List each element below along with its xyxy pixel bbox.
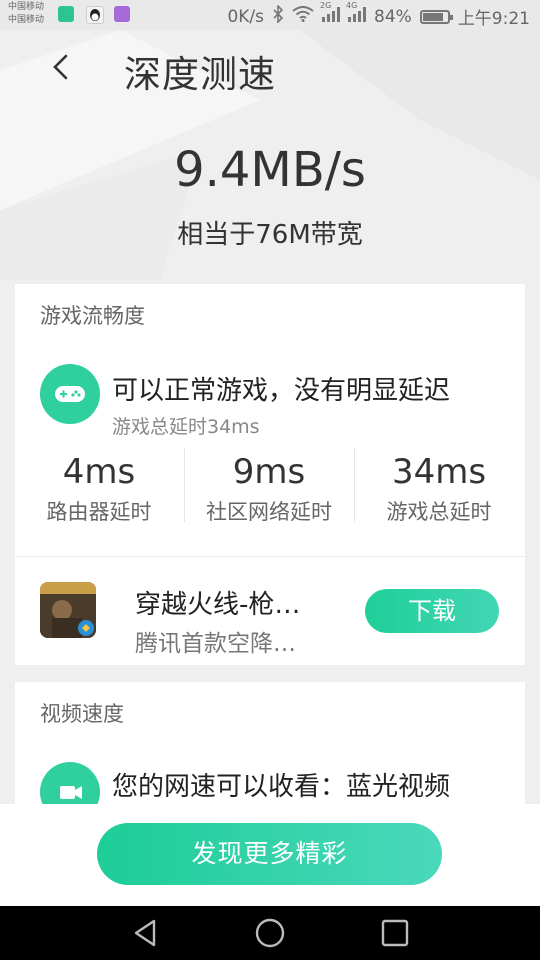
stat-value: 4ms [62,452,136,492]
net-4g-label: 4G [346,1,358,10]
battery-icon [419,9,453,24]
recents-nav-icon[interactable] [380,918,410,948]
video-summary: 您的网速可以收看：蓝光视频 [112,772,451,802]
discover-more-button[interactable]: 发现更多精彩 [97,823,442,885]
stat-label: 路由器延时 [46,500,152,524]
back-button[interactable] [44,50,78,84]
page-title: 深度测速 [124,53,276,96]
qq-app-icon [86,6,104,24]
speed-value: 9.4MB/s [174,142,366,198]
download-button[interactable]: 下载 [365,589,499,633]
game-summary: 可以正常游戏，没有明显延迟 [112,376,451,406]
clock: 上午9:21 [457,9,530,29]
carrier-1: 中国移动 [8,2,45,12]
net-2g-label: 2G [320,1,332,10]
status-bar: 中国移动 中国移动 0K/s 2G 4G 84% 上午9:21 [0,0,540,30]
bandwidth-equivalent: 相当于76M带宽 [177,220,363,250]
signal-2g: 2G [320,1,341,27]
gallery-app-icon [114,6,130,22]
carrier-info: 中国移动 中国移动 [8,1,44,27]
stat-value: 9ms [232,452,306,492]
bluetooth-icon [272,4,284,28]
back-nav-icon[interactable] [130,918,160,948]
chevron-left-icon [53,54,68,80]
battery-fill [422,12,443,21]
game-total-latency: 游戏总延时34ms [112,416,260,438]
carrier-2: 中国移动 [8,15,45,25]
stat-value: 34ms [391,452,487,492]
stat-router: 4ms 路由器延时 [14,452,184,526]
home-nav-icon[interactable] [254,917,286,949]
section-title: 游戏流畅度 [40,304,145,328]
net-speed: 0K/s [227,6,265,27]
section-title: 视频速度 [40,702,124,726]
stat-label: 游戏总延时 [386,500,492,524]
video-speed-card: 视频速度 您的网速可以收看：蓝光视频 [15,682,525,822]
wifi-icon [292,6,314,27]
shield-app-icon [58,6,74,22]
stat-community: 9ms 社区网络延时 [184,452,354,526]
stat-label: 社区网络延时 [206,500,332,524]
gamepad-icon [40,364,100,424]
stat-game-total: 34ms 游戏总延时 [354,452,524,526]
system-nav-bar [0,906,540,960]
signal-4g: 4G [346,1,367,27]
battery-percent: 84% [374,6,412,27]
